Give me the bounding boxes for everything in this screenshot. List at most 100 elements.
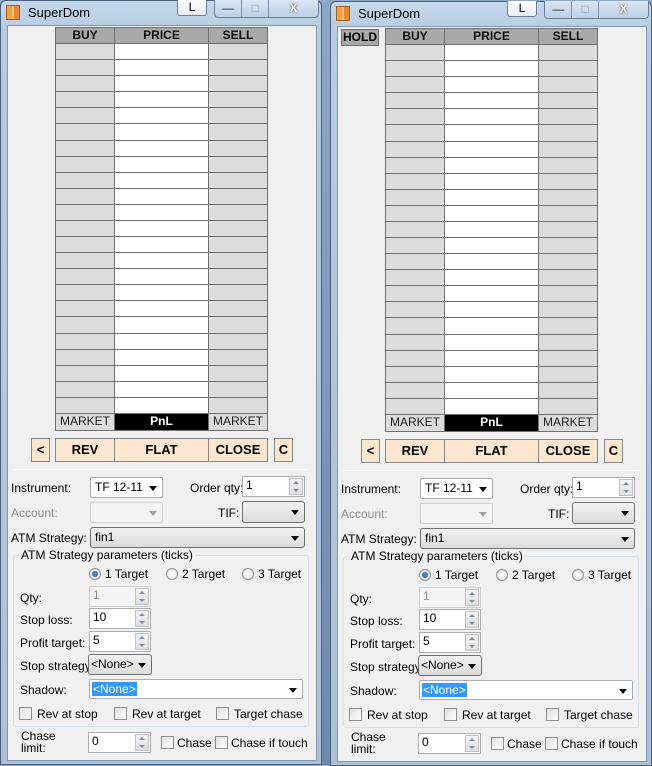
sell-cell[interactable] (538, 317, 598, 335)
spin-arrows-icon[interactable] (465, 611, 479, 628)
chase-limit-stepper[interactable]: 0 (418, 733, 481, 754)
buy-cell[interactable] (55, 107, 115, 124)
sell-cell[interactable] (538, 366, 598, 383)
sell-cell[interactable] (208, 365, 268, 382)
sell-cell[interactable] (208, 107, 268, 124)
spin-arrows-icon[interactable] (135, 610, 149, 627)
checkbox-rev-at-target[interactable] (444, 708, 457, 721)
price-cell[interactable] (114, 75, 209, 92)
price-cell[interactable] (114, 284, 209, 301)
buy-cell[interactable] (385, 382, 445, 399)
buy-cell[interactable] (385, 92, 445, 109)
sell-cell[interactable] (538, 108, 598, 125)
sell-cell[interactable] (208, 397, 268, 414)
price-cell[interactable] (444, 205, 539, 222)
chase-if-touch-checkbox[interactable] (545, 737, 558, 750)
tif-select[interactable] (242, 501, 305, 523)
price-cell[interactable] (114, 236, 209, 253)
c-button[interactable]: C (604, 439, 623, 463)
buy-cell[interactable] (55, 123, 115, 141)
price-cell[interactable] (444, 253, 539, 270)
buy-cell[interactable] (385, 366, 445, 383)
sell-cell[interactable] (208, 188, 268, 205)
spin-arrows-icon[interactable] (135, 633, 149, 650)
price-cell[interactable] (444, 269, 539, 286)
sell-cell[interactable] (208, 75, 268, 92)
instrument-select[interactable]: TF 12-11 (420, 478, 493, 499)
chase-if-touch-checkbox[interactable] (215, 736, 228, 749)
buy-cell[interactable] (385, 350, 445, 367)
sell-cell[interactable] (208, 156, 268, 173)
sell-cell[interactable] (538, 269, 598, 286)
spin-arrows-icon[interactable] (135, 734, 149, 751)
price-cell[interactable] (114, 107, 209, 124)
price-cell[interactable] (444, 108, 539, 125)
chase-limit-stepper[interactable]: 0 (88, 732, 151, 753)
buy-cell[interactable] (55, 397, 115, 414)
sell-cell[interactable] (538, 350, 598, 367)
buy-cell[interactable] (385, 60, 445, 77)
buy-cell[interactable] (385, 76, 445, 93)
minimize-button[interactable]: — (215, 0, 243, 17)
sell-cell[interactable] (538, 334, 598, 351)
sell-cell[interactable] (208, 123, 268, 141)
spin-arrows-icon[interactable] (465, 634, 479, 651)
sell-cell[interactable] (208, 220, 268, 237)
tif-select[interactable] (572, 502, 635, 524)
buy-cell[interactable] (55, 381, 115, 398)
buy-cell[interactable] (55, 59, 115, 76)
price-cell[interactable] (444, 350, 539, 367)
sell-cell[interactable] (538, 124, 598, 142)
sell-cell[interactable] (208, 268, 268, 285)
price-cell[interactable] (444, 157, 539, 174)
spin-arrows-icon[interactable] (465, 735, 479, 752)
flat-button[interactable]: FLAT (444, 439, 539, 463)
close-button[interactable]: X (599, 1, 648, 18)
sell-cell[interactable] (538, 253, 598, 270)
buy-cell[interactable] (55, 75, 115, 92)
price-cell[interactable] (444, 60, 539, 77)
atm-strategy-select[interactable]: fin1 (420, 528, 635, 549)
order-qty-stepper[interactable]: 1 (242, 476, 305, 497)
price-cell[interactable] (114, 43, 209, 60)
price-cell[interactable] (444, 237, 539, 254)
buy-cell[interactable] (385, 269, 445, 286)
price-cell[interactable] (114, 123, 209, 141)
price-cell[interactable] (444, 221, 539, 238)
buy-cell[interactable] (385, 44, 445, 61)
collapse-button[interactable]: < (31, 438, 50, 462)
buy-cell[interactable] (55, 91, 115, 108)
buy-cell[interactable] (385, 124, 445, 142)
sell-cell[interactable] (538, 237, 598, 254)
buy-cell[interactable] (55, 156, 115, 173)
sell-cell[interactable] (208, 43, 268, 60)
sell-cell[interactable] (538, 189, 598, 206)
checkbox-rev-at-stop[interactable] (349, 708, 362, 721)
sell-cell[interactable] (208, 91, 268, 108)
buy-cell[interactable] (55, 333, 115, 350)
checkbox-rev-at-stop[interactable] (19, 707, 32, 720)
shadow-select[interactable]: <None> (89, 679, 303, 699)
instrument-select[interactable]: TF 12-11 (90, 477, 163, 498)
account-select[interactable] (90, 502, 163, 523)
checkbox-rev-at-target[interactable] (114, 707, 127, 720)
price-cell[interactable] (114, 349, 209, 366)
profit-target-stepper[interactable]: 5 (419, 632, 481, 653)
sell-cell[interactable] (208, 172, 268, 189)
sell-cell[interactable] (208, 140, 268, 157)
price-cell[interactable] (114, 188, 209, 205)
price-cell[interactable] (114, 220, 209, 237)
hold-button[interactable]: HOLD (341, 29, 379, 46)
buy-cell[interactable] (55, 172, 115, 189)
buy-cell[interactable] (385, 157, 445, 174)
sell-cell[interactable] (538, 44, 598, 61)
price-cell[interactable] (444, 141, 539, 158)
sell-market-button[interactable]: MARKET (208, 413, 268, 431)
sell-cell[interactable] (538, 60, 598, 77)
rev-button[interactable]: REV (55, 438, 115, 462)
sell-cell[interactable] (538, 301, 598, 318)
price-cell[interactable] (444, 334, 539, 351)
price-cell[interactable] (114, 333, 209, 350)
chase-checkbox[interactable] (491, 737, 504, 750)
sell-cell[interactable] (208, 59, 268, 76)
